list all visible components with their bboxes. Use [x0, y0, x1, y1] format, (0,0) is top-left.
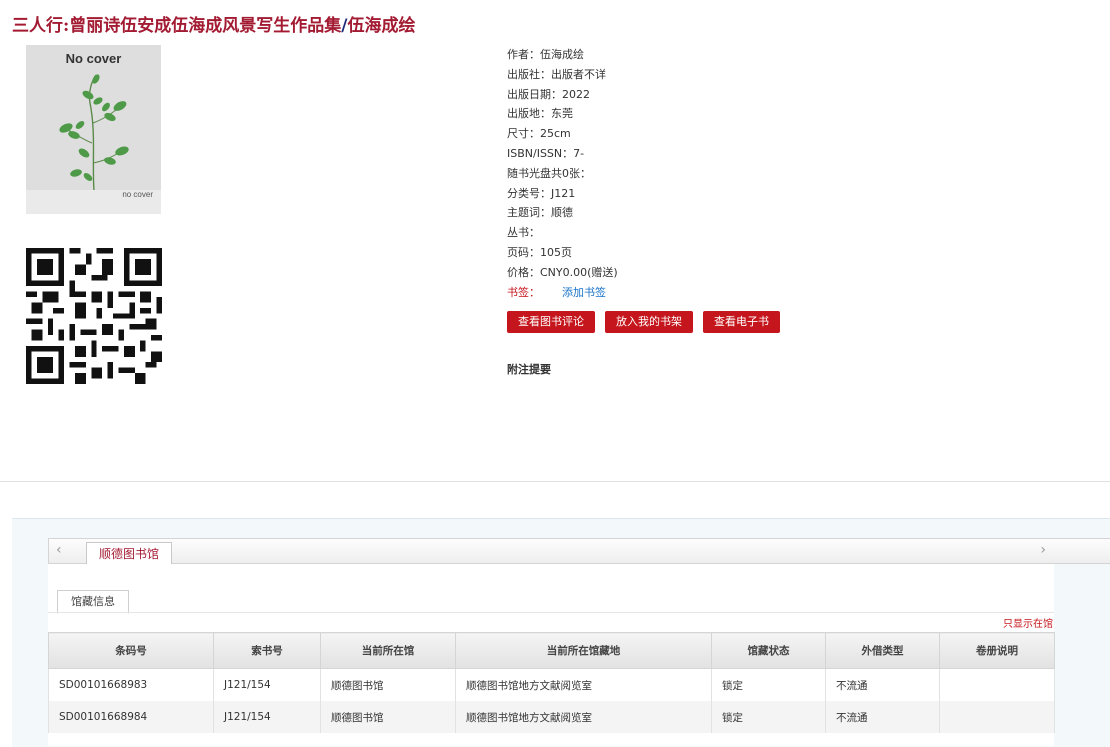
cell-barcode: SD00101668983	[48, 668, 214, 701]
cell-status: 锁定	[711, 701, 826, 733]
book-title-author: 伍海成绘	[347, 16, 416, 36]
action-buttons: 查看图书评论 放入我的书架 查看电子书	[507, 311, 780, 333]
meta-classification: 分类号：J121	[507, 186, 576, 200]
cell-status: 锁定	[711, 668, 826, 701]
tab-shunde-library[interactable]: 顺德图书馆	[86, 542, 173, 565]
meta-size: 尺寸：25cm	[507, 127, 571, 141]
meta-pages: 页码：105页	[507, 245, 572, 259]
add-bookmark-link[interactable]: 添加书签	[562, 286, 606, 299]
meta-isbn: ISBN/ISSN：7-	[507, 146, 585, 160]
col-call-number: 索书号	[213, 632, 321, 669]
view-reviews-button[interactable]: 查看图书评论	[507, 311, 595, 333]
bookmark-label: 书签：	[507, 285, 540, 299]
tab-scroll-right-icon[interactable]: ›	[1040, 542, 1046, 558]
sub-tab-divider	[48, 612, 1054, 613]
meta-series: 丛书：	[507, 226, 540, 240]
cell-barcode: SD00101668984	[48, 701, 214, 733]
meta-cd-count: 随书光盘共0张：	[507, 166, 591, 180]
tab-holdings-info[interactable]: 馆藏信息	[57, 590, 129, 614]
col-barcode: 条码号	[48, 632, 214, 669]
show-available-only-link[interactable]: 只显示在馆	[1003, 615, 1053, 630]
col-volume-note: 卷册说明	[939, 632, 1055, 669]
col-loan-type: 外借类型	[825, 632, 940, 669]
col-current-location: 当前所在馆藏地	[455, 632, 712, 669]
cell-current-library: 顺德图书馆	[320, 668, 456, 701]
view-ebook-button[interactable]: 查看电子书	[703, 311, 780, 333]
qr-code-image	[26, 248, 162, 384]
meta-publish-place: 出版地：东莞	[507, 107, 573, 121]
section-divider	[0, 481, 1110, 482]
book-title: 三人行:曾丽诗伍安成伍海成风景写生作品集/伍海成绘	[12, 11, 416, 36]
book-title-main: 三人行:曾丽诗伍安成伍海成风景写生作品集	[12, 16, 342, 36]
meta-bookmark: 书签： 添加书签	[507, 283, 618, 303]
library-tab-strip: ‹ ›	[48, 538, 1110, 564]
holdings-header-row: 条码号 索书号 当前所在馆 当前所在馆藏地 馆藏状态 外借类型 卷册说明	[48, 632, 1055, 669]
bibliographic-details: 作者：伍海成绘 出版社：出版者不详 出版日期：2022 出版地：东莞 尺寸：25…	[507, 45, 618, 302]
meta-publisher: 出版社：出版者不详	[507, 67, 606, 81]
tab-scroll-left-icon[interactable]: ‹	[56, 542, 62, 558]
meta-author: 作者：伍海成绘	[507, 48, 584, 61]
cell-current-location: 顺德图书馆地方文献阅览室	[455, 701, 712, 733]
cover-top-text: No cover	[65, 51, 122, 66]
cell-volume-note	[939, 668, 1055, 701]
table-row: SD00101668983 J121/154 顺德图书馆 顺德图书馆地方文献阅览…	[48, 668, 1055, 701]
meta-subject: 主题词：顺德	[507, 206, 573, 220]
meta-price: 价格：CNY0.00(赠送)	[507, 265, 618, 279]
plant-illustration	[59, 74, 129, 192]
col-status: 馆藏状态	[711, 632, 826, 669]
meta-publish-date: 出版日期：2022	[507, 87, 590, 101]
cell-call-number: J121/154	[213, 668, 321, 701]
col-current-library: 当前所在馆	[320, 632, 456, 669]
cell-loan-type: 不流通	[825, 701, 940, 733]
book-cover-image: No cover no cover	[26, 45, 161, 214]
notes-heading: 附注提要	[507, 363, 551, 376]
cell-loan-type: 不流通	[825, 668, 940, 701]
add-to-shelf-button[interactable]: 放入我的书架	[605, 311, 693, 333]
cell-current-location: 顺德图书馆地方文献阅览室	[455, 668, 712, 701]
table-row: SD00101668984 J121/154 顺德图书馆 顺德图书馆地方文献阅览…	[48, 701, 1055, 733]
holdings-table: 条码号 索书号 当前所在馆 当前所在馆藏地 馆藏状态 外借类型 卷册说明 SD0…	[48, 632, 1055, 733]
cell-call-number: J121/154	[213, 701, 321, 733]
cover-bottom-text: no cover	[122, 190, 153, 199]
cell-volume-note	[939, 701, 1055, 733]
cell-current-library: 顺德图书馆	[320, 701, 456, 733]
